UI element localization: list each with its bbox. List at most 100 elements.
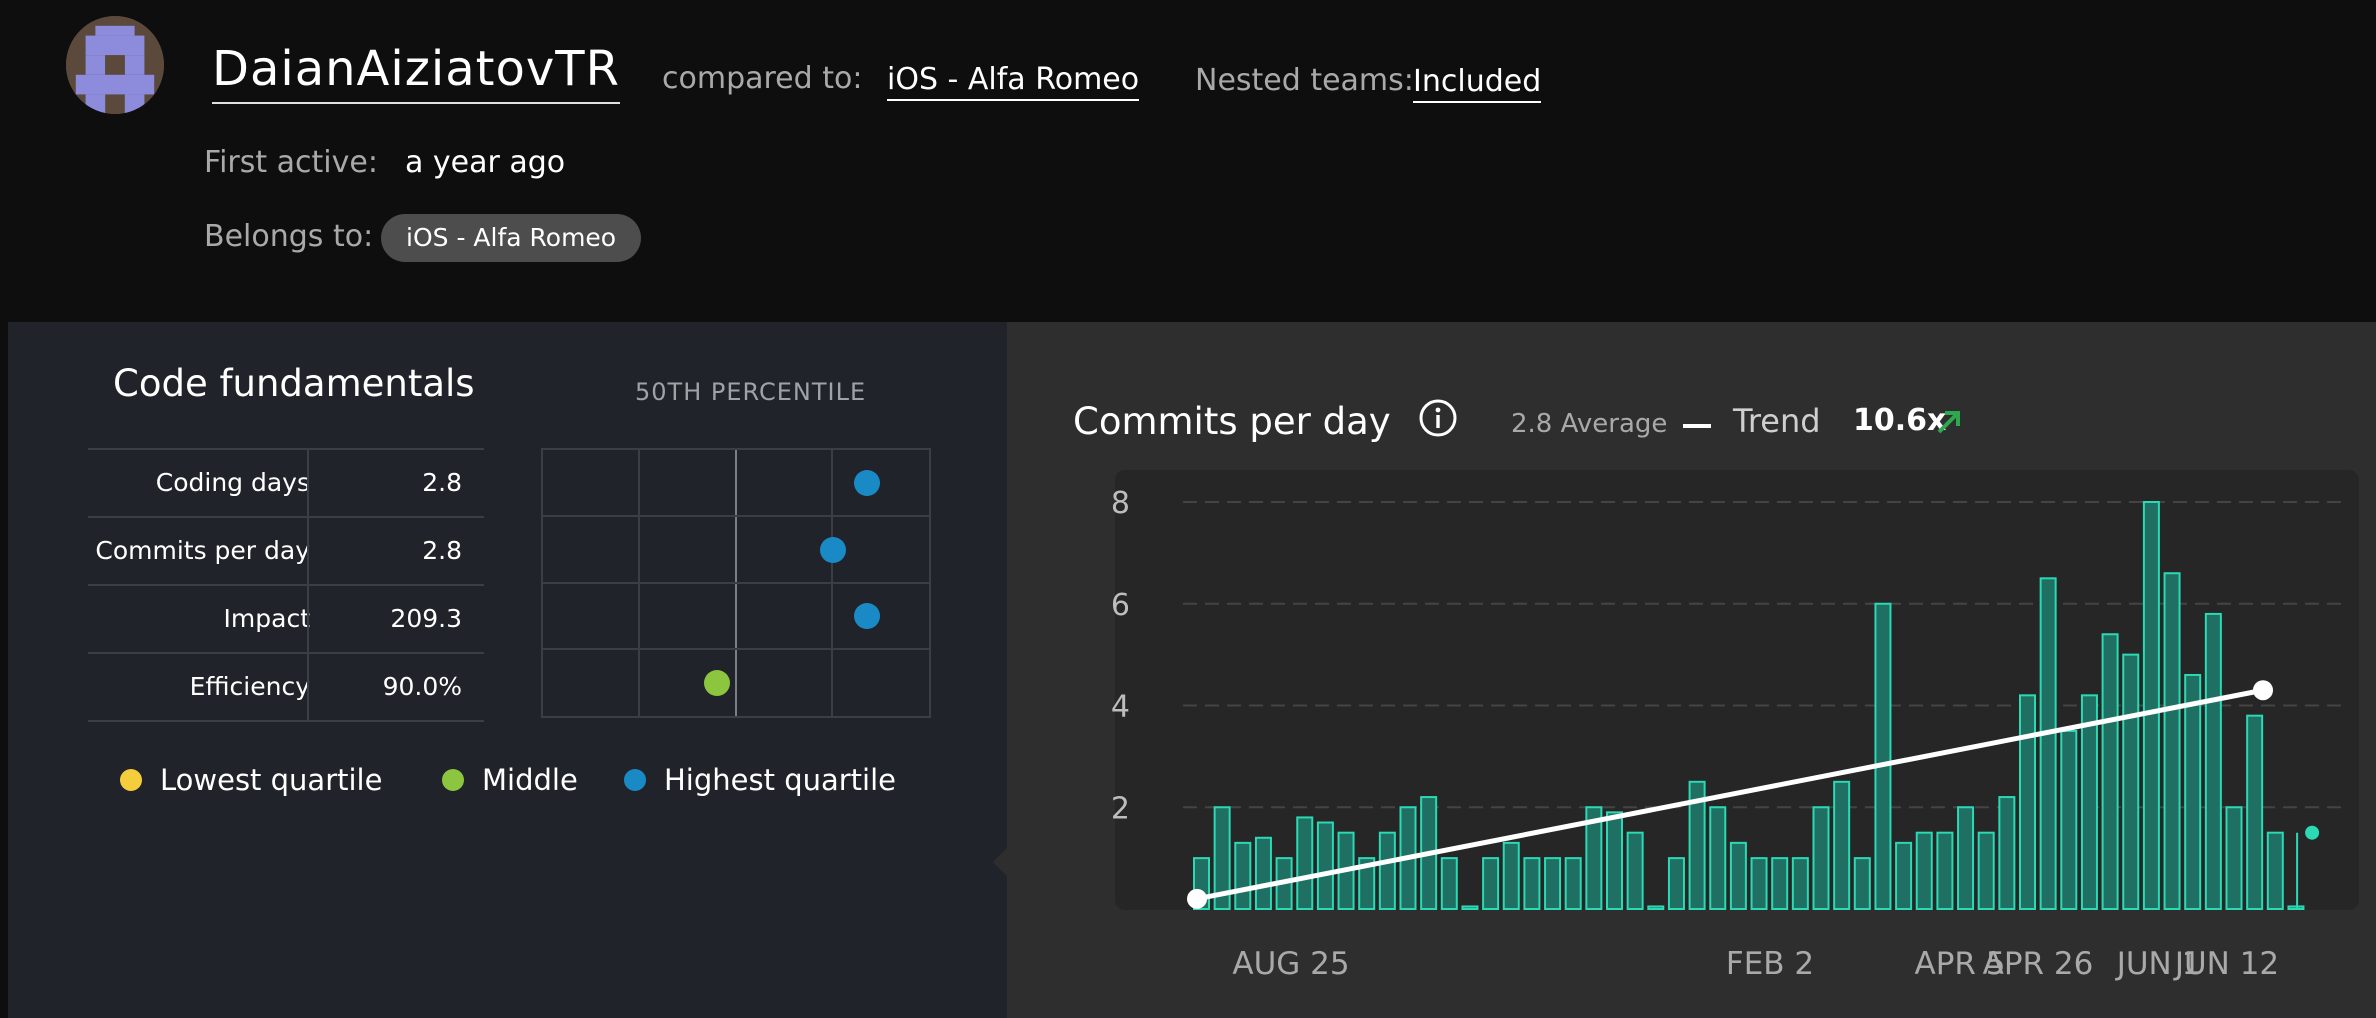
y-tick-label: 4 [1111,690,1130,725]
code-fundamentals-panel: Code fundamentals 50TH PERCENTILE Coding… [8,322,1015,1018]
metric-value: 90.0% [382,672,462,701]
legend-lowest-dot [120,769,142,791]
bar [1564,857,1582,910]
metric-row-impact[interactable]: Impact 209.3 [88,584,484,652]
bar [1378,831,1396,910]
bar [2019,694,2036,911]
first-active-label: First active: [204,145,378,180]
team-pill[interactable]: iOS - Alfa Romeo [381,214,642,262]
percentile-dot-commits-per-day[interactable] [819,536,846,563]
bar [1626,831,1644,910]
x-tick-label: FEB 2 [1726,946,1814,982]
x-tick-label: JUN 12 [2173,946,2279,982]
x-tick-label: AUG 25 [1232,946,1349,982]
bar [1895,841,1913,910]
y-tick-label: 6 [1111,588,1130,623]
metric-row-efficiency[interactable]: Efficiency 90.0% [88,652,484,722]
identicon-image [66,16,164,114]
column-divider [307,450,309,516]
legend-label: Highest quartile [664,763,896,797]
nested-teams-label: Nested teams: [1195,63,1414,98]
bar [2142,501,2160,910]
metric-row-coding-days[interactable]: Coding days 2.8 [88,448,484,516]
bar [1853,857,1871,910]
metric-name: Commits per day [95,536,310,565]
bar [1874,602,1892,910]
column-divider [307,586,309,652]
first-active-value: a year ago [405,145,566,180]
legend-highest: Highest quartile [624,760,896,800]
commits-per-day-panel: Commits per day 2.8 Average Trend 10.6x … [1007,322,2376,1018]
bar [2246,714,2264,910]
username-link[interactable]: DaianAiziatovTR [212,40,620,104]
bar [2060,729,2078,910]
bar [1936,831,1954,910]
avatar[interactable] [66,16,164,114]
trend-start-point [1187,888,1207,909]
bar [1461,905,1479,910]
bar [1544,857,1562,910]
metric-value: 2.8 [422,468,462,497]
bar [1750,857,1768,910]
bar [2039,577,2057,910]
bar [2225,806,2243,910]
bar [1977,831,1995,910]
metric-row-commits-per-day[interactable]: Commits per day 2.8 [88,516,484,584]
compared-to-label: compared to: [662,61,863,96]
bar [1234,841,1252,910]
last-day-point [2305,825,2320,840]
column-divider [307,654,309,720]
bar [1709,806,1727,910]
bar [2266,831,2284,910]
bar [1915,831,1933,910]
bar [1502,841,1520,910]
legend-middle-dot [442,769,464,791]
metric-name: Impact [223,604,310,633]
metric-value: 2.8 [422,536,462,565]
legend-label: Middle [482,763,578,797]
bar [1647,905,1665,910]
belongs-to-label: Belongs to: [204,219,374,254]
metrics-table: Coding days 2.8 Commits per day 2.8 Impa… [88,448,484,722]
bar [1606,811,1623,910]
bar [1729,841,1747,910]
panel-title: Code fundamentals [113,362,475,405]
bar [1957,806,1975,910]
metric-name: Efficiency [189,672,310,701]
percentile-grid [541,448,931,718]
bar [1791,857,1809,910]
y-tick-label: 8 [1111,486,1130,521]
bar [1440,857,1458,910]
commits-chart: 2468AUG 25 FEB 2 APR 5APR 26 JUN 1JUN 12 [1111,486,2347,982]
bar [1523,857,1541,910]
bar [1296,816,1314,910]
bar [1667,857,1685,910]
column-divider [307,518,309,584]
bar [2184,673,2202,910]
bar [1771,857,1789,910]
bar [2287,905,2305,910]
profile-header: DaianAiziatovTR compared to: iOS - Alfa … [0,0,2376,322]
bar [1833,780,1851,910]
metric-name: Coding days [155,468,310,497]
trend-end-point [2253,680,2273,701]
x-tick-label: APR 26 [1983,946,2094,982]
legend-label: Lowest quartile [160,763,383,797]
legend-middle: Middle [442,760,578,800]
bar [1812,806,1830,910]
bar [1998,796,2016,911]
bar [1316,821,1334,911]
metric-value: 209.3 [390,604,462,633]
bar [2204,612,2222,910]
bar [2101,633,2119,910]
bar [1254,836,1272,911]
legend-highest-dot [624,769,646,791]
bar [2122,653,2140,910]
y-tick-label: 2 [1111,791,1130,826]
percentile-header: 50TH PERCENTILE [635,378,867,406]
nested-teams-link[interactable]: Included [1413,63,1542,103]
percentile-dot-efficiency[interactable] [703,669,730,696]
bar [2163,572,2181,910]
compared-to-link[interactable]: iOS - Alfa Romeo [887,61,1140,101]
bar [1482,857,1500,910]
